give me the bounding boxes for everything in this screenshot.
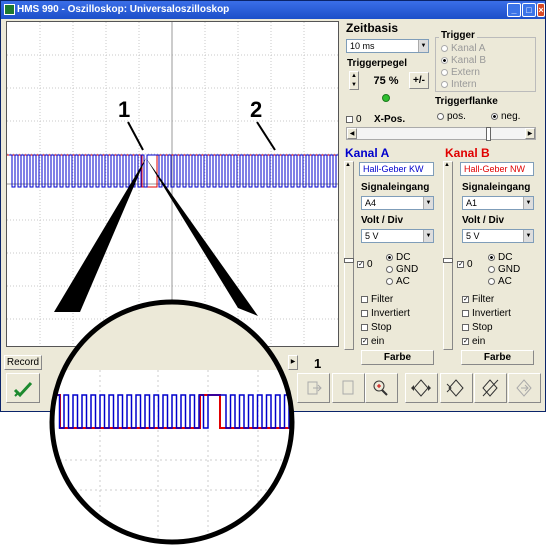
callout-2: 2: [250, 97, 263, 122]
callout-line-1: [127, 121, 144, 151]
magnifier-cone-left: [54, 158, 146, 312]
magnifier-overlay: [49, 121, 295, 545]
magnifier-cone-right: [146, 158, 258, 316]
callout-line-2: [256, 121, 276, 151]
callout-1: 1: [118, 97, 131, 122]
